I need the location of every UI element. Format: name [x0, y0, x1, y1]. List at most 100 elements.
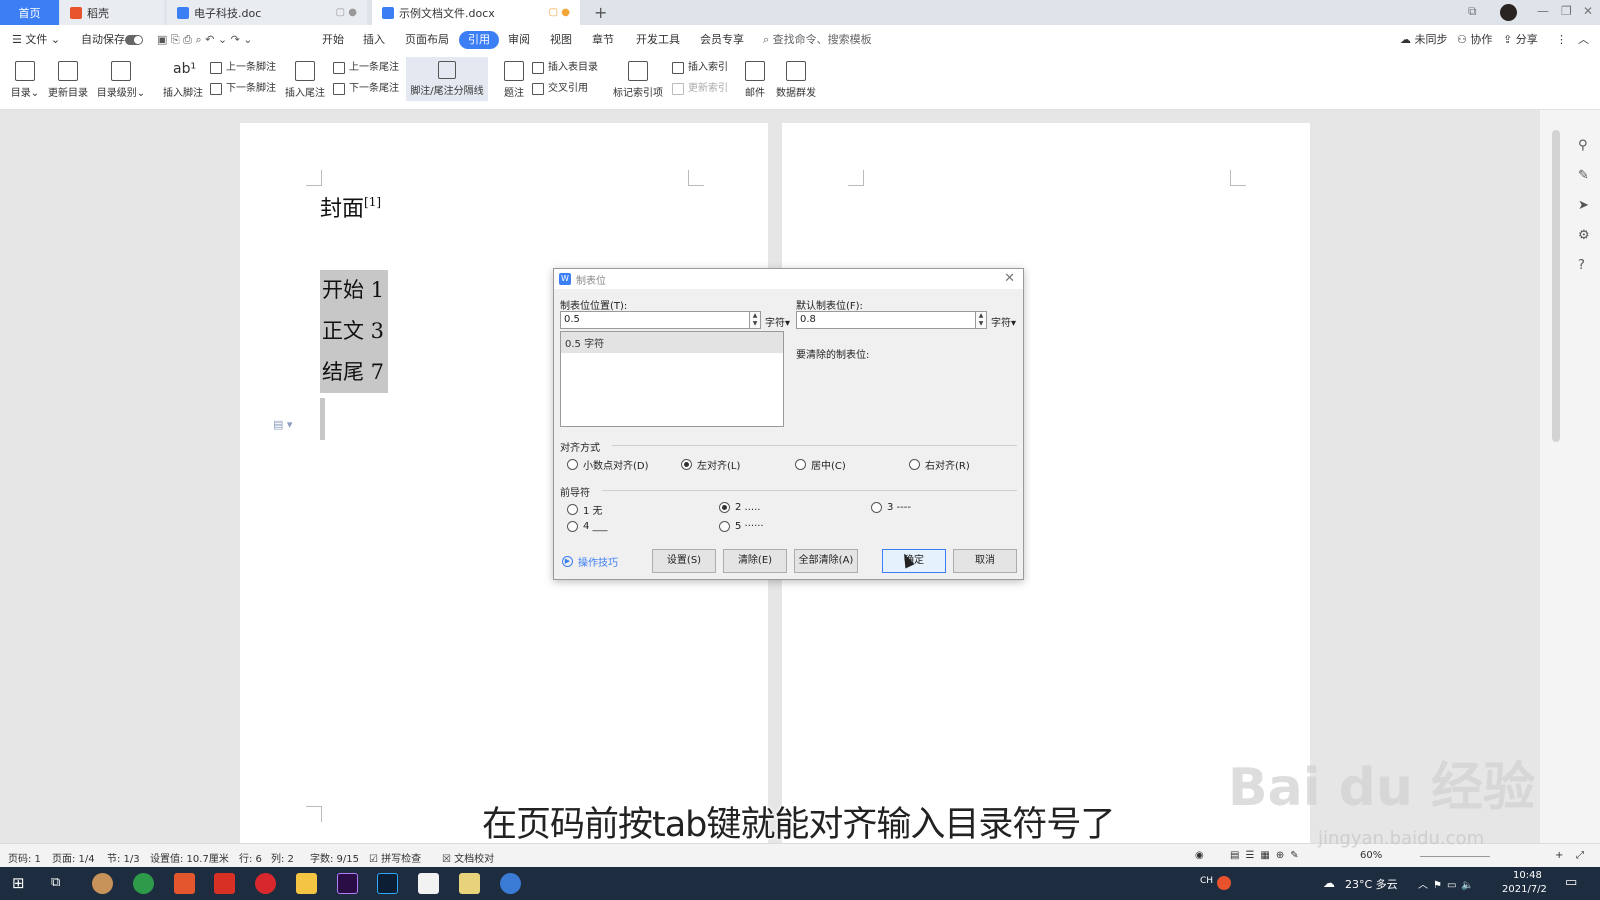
minimize-icon[interactable]: — — [1537, 4, 1549, 18]
app-icon[interactable] — [174, 873, 195, 894]
collapse-ribbon-icon[interactable]: ︿ — [1578, 31, 1589, 49]
default-tab-input[interactable]: 0.8 — [796, 311, 976, 329]
app-icon[interactable] — [500, 873, 521, 894]
leader-none-radio[interactable]: 1 无 — [567, 502, 603, 517]
avatar[interactable] — [1500, 4, 1517, 21]
clear-button[interactable]: 清除(E) — [723, 549, 787, 573]
align-right-radio[interactable]: 右对齐(R) — [909, 457, 970, 472]
zoom-in-icon[interactable]: + — [1555, 850, 1563, 861]
update-toc-button[interactable]: 更新目录 — [46, 61, 90, 99]
close-window-icon[interactable]: ✕ — [1583, 4, 1593, 18]
menu-review[interactable]: 审阅 — [508, 31, 530, 49]
menu-insert[interactable]: 插入 — [363, 31, 385, 49]
tray-icons[interactable]: ︿⚑▭🔈 — [1418, 876, 1479, 891]
status-pages[interactable]: 页面: 1/4 — [52, 850, 95, 865]
leader-dash-radio[interactable]: 3 ---- — [871, 502, 911, 513]
file-explorer-icon[interactable] — [296, 873, 317, 894]
toc-level-button[interactable]: 目录级别⌄ — [96, 61, 146, 99]
next-footnote-button[interactable]: 下一条脚注 — [210, 79, 276, 99]
status-section[interactable]: 节: 1/3 — [107, 850, 140, 865]
edit-icon[interactable]: ✎ — [1578, 168, 1589, 183]
clock-date[interactable]: 2021/7/2 — [1502, 884, 1547, 895]
toc-selection[interactable]: 开始 1 正文 3 结尾 7 — [320, 270, 388, 393]
tab-doc-active[interactable]: 示例文档文件.docx ▢ ● — [372, 0, 580, 25]
menu-member[interactable]: 会员专享 — [700, 31, 744, 49]
spell-check-button[interactable]: ☑ 拼写检查 — [369, 850, 421, 865]
toc-line[interactable]: 开始 1 — [320, 270, 388, 311]
collab-button[interactable]: ⚇ 协作 — [1457, 31, 1492, 49]
app-icon[interactable] — [459, 873, 480, 894]
tab-doc-1[interactable]: 电子科技.doc ▢ ● — [167, 0, 367, 25]
windows-start-icon[interactable]: ⊞ — [12, 874, 25, 892]
help-icon[interactable]: ? — [1578, 258, 1585, 273]
status-page-num[interactable]: 页码: 1 — [8, 850, 41, 865]
prev-footnote-button[interactable]: 上一条脚注 — [210, 58, 276, 78]
zoom-level[interactable]: 60% — [1360, 850, 1382, 861]
tab-position-unit[interactable]: 字符▾ — [765, 314, 790, 329]
window-count-icon[interactable]: ⧉ — [1468, 4, 1477, 19]
menu-layout[interactable]: 页面布局 — [405, 31, 449, 49]
leader-middot-radio[interactable]: 5 ······ — [719, 521, 764, 532]
leader-underline-radio[interactable]: 4 ___ — [567, 521, 608, 532]
premiere-icon[interactable] — [337, 873, 358, 894]
leader-dots-radio[interactable]: 2 ..... — [719, 502, 760, 513]
status-words[interactable]: 字数: 9/15 — [310, 850, 359, 865]
menu-start[interactable]: 开始 — [322, 31, 344, 49]
share-button[interactable]: ⇪ 分享 — [1503, 31, 1538, 49]
notification-icon[interactable]: ▭ — [1565, 875, 1577, 890]
data-send-button[interactable]: 数据群发 — [774, 61, 818, 99]
eye-icon[interactable]: ◉ — [1195, 850, 1204, 861]
toc-line[interactable]: 正文 3 — [320, 311, 388, 352]
caption-button[interactable]: 题注 — [502, 61, 526, 99]
prev-endnote-button[interactable]: 上一条尾注 — [333, 58, 399, 78]
insert-endnote-button[interactable]: 插入尾注 — [283, 61, 327, 99]
style-icon[interactable]: ⚲ — [1578, 138, 1588, 153]
close-icon[interactable]: ▢ ● — [336, 7, 357, 18]
new-tab-icon[interactable]: + — [594, 3, 607, 22]
close-icon[interactable]: ✕ — [1004, 271, 1015, 286]
doc-proof-button[interactable]: ☒ 文档校对 — [442, 850, 494, 865]
ok-button[interactable]: 确定 — [882, 549, 946, 573]
select-icon[interactable]: ➤ — [1578, 198, 1589, 213]
menu-view[interactable]: 视图 — [550, 31, 572, 49]
default-tab-stepper[interactable]: ▲ ▼ — [976, 311, 987, 329]
toc-button[interactable]: 目录⌄ — [10, 61, 40, 99]
set-button[interactable]: 设置(S) — [652, 549, 716, 573]
settings-icon[interactable]: ⚙ — [1578, 228, 1590, 243]
menu-references[interactable]: 引用 — [459, 31, 499, 49]
vertical-scrollbar[interactable] — [1552, 130, 1560, 442]
clear-all-button[interactable]: 全部清除(A) — [794, 549, 858, 573]
list-item[interactable]: 0.5 字符 — [561, 332, 783, 353]
menu-dev-tools[interactable]: 开发工具 — [636, 31, 680, 49]
align-center-radio[interactable]: 居中(C) — [795, 457, 846, 472]
fullscreen-icon[interactable]: ⤢ — [1576, 850, 1584, 861]
clock-time[interactable]: 10:48 — [1513, 870, 1542, 881]
tab-stops-list[interactable]: 0.5 字符 — [560, 331, 784, 427]
mail-button[interactable]: 邮件 — [743, 61, 767, 99]
tab-daoke[interactable]: 稻壳 — [60, 0, 164, 25]
tips-link[interactable]: ▶ 操作技巧 — [562, 554, 618, 569]
mark-index-button[interactable]: 标记索引项 — [613, 61, 663, 99]
weather-text[interactable]: 23°C 多云 — [1345, 876, 1398, 892]
paragraph-options-icon[interactable]: ▤ ▾ — [273, 418, 292, 431]
dialog-titlebar[interactable]: W 制表位 ✕ — [554, 269, 1023, 289]
menu-chapter[interactable]: 章节 — [592, 31, 614, 49]
app-icon[interactable] — [92, 873, 113, 894]
sogou-ime-icon[interactable] — [1217, 876, 1231, 890]
wps-icon[interactable] — [214, 873, 235, 894]
sync-button[interactable]: ☁ 未同步 — [1400, 31, 1448, 49]
ime-indicator[interactable]: CH — [1200, 876, 1213, 886]
quick-access-icons[interactable]: ▣ ⎘ ⎙ ⌕ ↶ ⌄ ↷ ⌄ — [157, 31, 253, 49]
file-menu[interactable]: ☰ 文件 ⌄ — [12, 31, 60, 49]
align-left-radio[interactable]: 左对齐(L) — [681, 457, 740, 472]
update-index-button[interactable]: 更新索引 — [672, 79, 728, 99]
photoshop-icon[interactable] — [377, 873, 398, 894]
search-box[interactable]: ⌕ 查找命令、搜索模板 — [763, 31, 872, 49]
default-tab-unit[interactable]: 字符▾ — [991, 314, 1016, 329]
restore-icon[interactable]: ❐ — [1561, 4, 1572, 18]
insert-footnote-button[interactable]: ab¹ 插入脚注 — [161, 61, 205, 99]
zoom-slider[interactable] — [1420, 856, 1490, 857]
tab-position-stepper[interactable]: ▲ ▼ — [750, 311, 761, 329]
doc-heading[interactable]: 封面[1] — [320, 191, 381, 223]
task-view-icon[interactable]: ⧉ — [51, 875, 60, 890]
